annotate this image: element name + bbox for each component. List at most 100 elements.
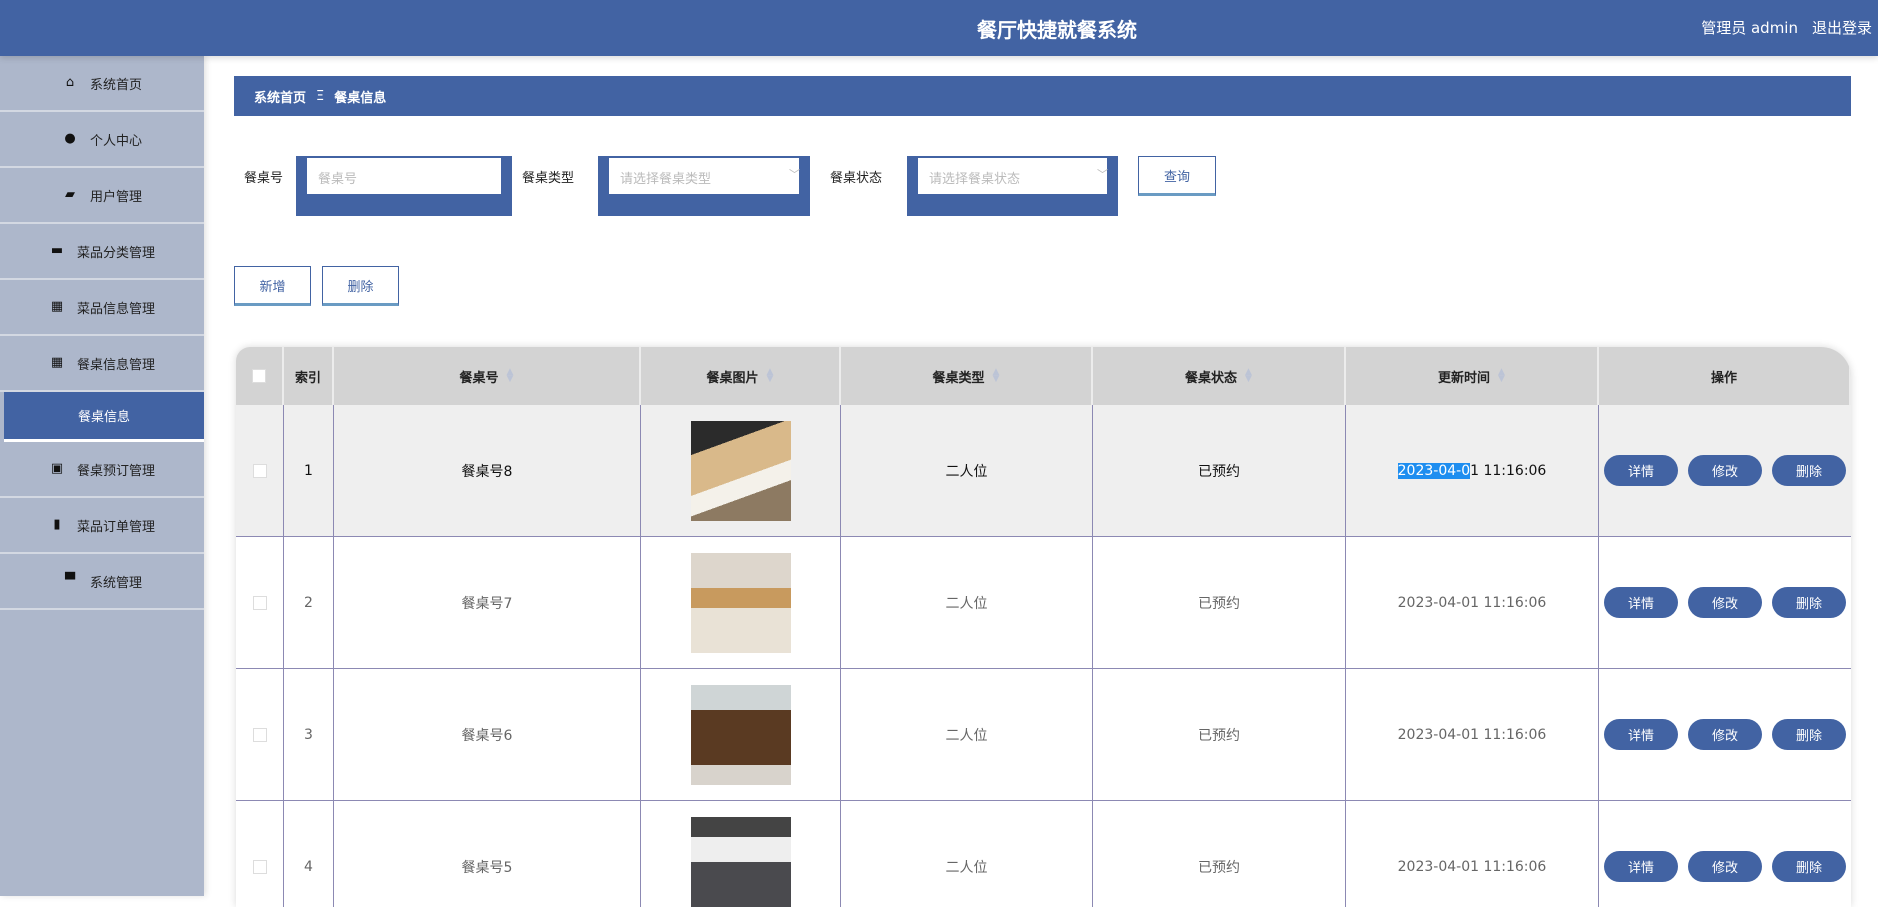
column-header[interactable]: 餐桌状态 ▲▼	[1093, 347, 1346, 405]
sidebar-item-1[interactable]: ● 个人中心	[0, 112, 204, 168]
detail-button[interactable]: 详情	[1604, 455, 1678, 486]
row-checkbox[interactable]	[253, 860, 267, 874]
logout-link[interactable]: 退出登录	[1812, 17, 1872, 38]
sidebar-item-6[interactable]: 餐桌信息	[4, 392, 204, 442]
sidebar-item-3[interactable]: ▬ 菜品分类管理	[0, 224, 204, 280]
table-status-field: 请选择餐桌状态 ﹀	[907, 156, 1118, 216]
breadcrumb-home[interactable]: 系统首页	[254, 87, 306, 106]
sort-icon[interactable]: ▲▼	[1245, 369, 1252, 383]
table-no-label: 餐桌号	[244, 167, 283, 186]
sort-icon[interactable]: ▲▼	[507, 369, 514, 383]
time-text: 2023-04-01 11:16:06	[1398, 859, 1547, 875]
table-row: 1 餐桌号8 二人位 已预约 2023-04-01 11:16:06 详情 修改…	[236, 405, 1851, 537]
cell-status: 已预约	[1093, 537, 1346, 668]
sidebar-item-label: 菜品信息管理	[77, 298, 155, 317]
sidebar-item-label: 餐桌信息	[78, 406, 130, 425]
sidebar-item-7[interactable]: ▣ 餐桌预订管理	[0, 442, 204, 498]
grid-icon: ▦	[49, 356, 65, 370]
briefcase-icon: ▬	[49, 244, 65, 258]
sort-icon[interactable]: ▲▼	[767, 369, 774, 383]
home-icon: ⌂	[62, 76, 78, 90]
top-bar: 餐厅快捷就餐系统 管理员 admin 退出登录	[0, 0, 1878, 56]
selected-text: 2023-04-0	[1398, 463, 1470, 479]
column-header[interactable]: 餐桌号 ▲▼	[334, 347, 641, 405]
table-type-label: 餐桌类型	[522, 167, 574, 186]
edit-button[interactable]: 修改	[1688, 455, 1762, 486]
add-button[interactable]: 新增	[234, 266, 311, 306]
cell-updated-time: 2023-04-01 11:16:06	[1346, 669, 1599, 800]
sidebar-item-label: 餐桌预订管理	[77, 460, 155, 479]
sidebar-item-label: 用户管理	[90, 186, 142, 205]
sidebar-item-0[interactable]: ⌂系统首页	[0, 56, 204, 112]
sidebar-item-label: 菜品分类管理	[77, 242, 155, 261]
detail-button[interactable]: 详情	[1604, 719, 1678, 750]
cell-updated-time: 2023-04-01 11:16:06	[1346, 801, 1599, 907]
query-button[interactable]: 查询	[1138, 156, 1216, 196]
table-type-field: 请选择餐桌类型 ﹀	[598, 156, 810, 216]
cell-table-no: 餐桌号7	[334, 537, 641, 668]
cell-type: 二人位	[841, 405, 1093, 536]
table-header: 索引餐桌号▲▼餐桌图片▲▼餐桌类型▲▼餐桌状态▲▼更新时间▲▼操作	[236, 347, 1851, 405]
table-row: 4 餐桌号5 二人位 已预约 2023-04-01 11:16:06 详情 修改…	[236, 801, 1851, 907]
column-header-label: 餐桌状态	[1185, 367, 1237, 386]
sidebar-item-label: 系统管理	[90, 572, 142, 591]
current-user: 管理员 admin	[1701, 17, 1798, 38]
edit-button[interactable]: 修改	[1688, 851, 1762, 882]
time-rest: 1 11:16:06	[1470, 463, 1546, 479]
row-delete-button[interactable]: 删除	[1772, 455, 1846, 486]
column-header[interactable]: 餐桌图片 ▲▼	[641, 347, 841, 405]
breadcrumb-separator: Ξ	[316, 89, 324, 104]
cell-table-no: 餐桌号5	[334, 801, 641, 907]
clipboard-icon: ▣	[49, 462, 65, 476]
column-header: 索引	[284, 347, 334, 405]
cell-index: 1	[284, 405, 334, 536]
cell-type: 二人位	[841, 669, 1093, 800]
sort-icon[interactable]: ▲▼	[993, 369, 1000, 383]
column-header-label: 餐桌号	[460, 367, 499, 386]
sort-icon[interactable]: ▲▼	[1498, 369, 1505, 383]
table-status-select[interactable]: 请选择餐桌状态	[918, 158, 1107, 194]
cell-status: 已预约	[1093, 405, 1346, 536]
table-photo	[691, 421, 791, 521]
select-all-checkbox[interactable]	[252, 369, 266, 383]
row-checkbox[interactable]	[253, 464, 267, 478]
sidebar-item-4[interactable]: ▦菜品信息管理	[0, 280, 204, 336]
row-delete-button[interactable]: 删除	[1772, 587, 1846, 618]
edit-button[interactable]: 修改	[1688, 719, 1762, 750]
sidebar-item-9[interactable]: ▀系统管理	[0, 554, 204, 610]
table-photo	[691, 553, 791, 653]
wallet-icon: ▰	[62, 188, 78, 202]
column-header-label: 餐桌图片	[707, 367, 759, 386]
edit-button[interactable]: 修改	[1688, 587, 1762, 618]
detail-button[interactable]: 详情	[1604, 587, 1678, 618]
time-text: 2023-04-01 11:16:06	[1398, 727, 1547, 743]
cell-updated-time: 2023-04-01 11:16:06	[1346, 405, 1599, 536]
user-icon: ●	[62, 132, 78, 146]
column-header-label: 更新时间	[1438, 367, 1490, 386]
row-delete-button[interactable]: 删除	[1772, 719, 1846, 750]
detail-button[interactable]: 详情	[1604, 851, 1678, 882]
sidebar-item-5[interactable]: ▦餐桌信息管理	[0, 336, 204, 392]
table-photo	[691, 685, 791, 785]
breadcrumb: 系统首页 Ξ 餐桌信息	[234, 76, 1851, 116]
delete-button[interactable]: 删除	[322, 266, 399, 306]
row-checkbox[interactable]	[253, 728, 267, 742]
table-no-field: 餐桌号	[296, 156, 512, 216]
table-no-input[interactable]: 餐桌号	[307, 158, 501, 194]
table-row: 3 餐桌号6 二人位 已预约 2023-04-01 11:16:06 详情 修改…	[236, 669, 1851, 801]
chevron-down-icon: ﹀	[1097, 166, 1108, 182]
column-header[interactable]: 更新时间 ▲▼	[1346, 347, 1599, 405]
row-checkbox[interactable]	[253, 596, 267, 610]
row-delete-button[interactable]: 删除	[1772, 851, 1846, 882]
table-type-select[interactable]: 请选择餐桌类型	[609, 158, 799, 194]
sidebar-item-2[interactable]: ▰ 用户管理	[0, 168, 204, 224]
breadcrumb-current: 餐桌信息	[334, 87, 386, 106]
sidebar-item-8[interactable]: ▮菜品订单管理	[0, 498, 204, 554]
column-header-label: 操作	[1711, 367, 1737, 386]
column-header[interactable]: 餐桌类型▲▼	[841, 347, 1093, 405]
cell-table-no: 餐桌号8	[334, 405, 641, 536]
sidebar-item-label: 个人中心	[90, 130, 142, 149]
time-text: 2023-04-01 11:16:06	[1398, 595, 1547, 611]
app-title: 餐厅快捷就餐系统	[977, 14, 1137, 43]
table-status-label: 餐桌状态	[830, 167, 882, 186]
